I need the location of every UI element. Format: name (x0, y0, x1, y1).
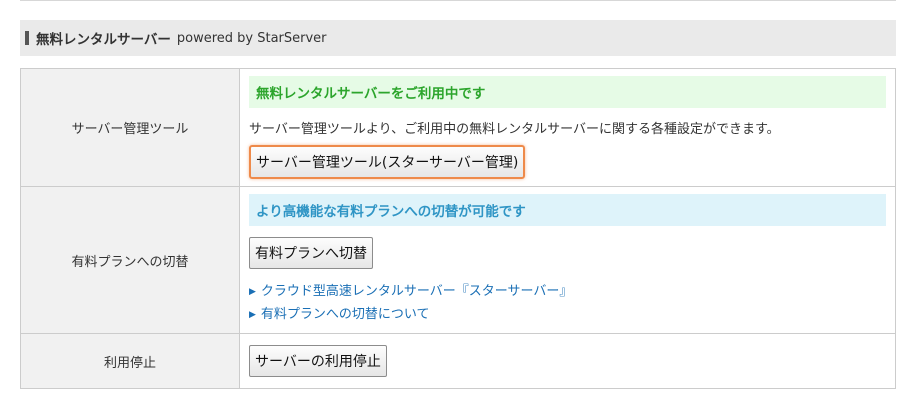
section-header: 無料レンタルサーバー powered by StarServer (20, 20, 896, 56)
row-content-paid-plan: より高機能な有料プランへの切替が可能です 有料プランへ切替 ▶ クラウド型高速レン… (239, 186, 896, 334)
row-content-server-tool: 無料レンタルサーバーをご利用中です サーバー管理ツールより、ご利用中の無料レンタ… (239, 68, 896, 187)
row-label-paid-plan: 有料プランへの切替 (20, 186, 240, 334)
row-label-server-tool: サーバー管理ツール (20, 68, 240, 187)
header-accent-bar (25, 31, 29, 45)
status-banner-active: 無料レンタルサーバーをご利用中です (249, 76, 886, 108)
row-content-suspend: サーバーの利用停止 (239, 333, 896, 389)
switch-to-paid-plan-button[interactable]: 有料プランへ切替 (249, 237, 373, 269)
section-subtitle: powered by StarServer (176, 30, 327, 46)
link-starserver-label[interactable]: クラウド型高速レンタルサーバー『スターサーバー』 (261, 284, 572, 299)
row-suspend: 利用停止 サーバーの利用停止 (20, 333, 896, 389)
settings-table: サーバー管理ツール 無料レンタルサーバーをご利用中です サーバー管理ツールより、… (20, 68, 896, 389)
suspend-server-button[interactable]: サーバーの利用停止 (249, 345, 387, 377)
paid-plan-banner: より高機能な有料プランへの切替が可能です (249, 194, 886, 226)
row-paid-plan: 有料プランへの切替 より高機能な有料プランへの切替が可能です 有料プランへ切替 … (20, 186, 896, 334)
link-paid-plan-switch-info[interactable]: ▶ 有料プランへの切替について (249, 303, 886, 322)
server-tool-button[interactable]: サーバー管理ツール(スターサーバー管理) (249, 145, 526, 179)
link-paid-plan-switch-info-label[interactable]: 有料プランへの切替について (261, 307, 430, 322)
link-starserver[interactable]: ▶ クラウド型高速レンタルサーバー『スターサーバー』 (249, 280, 886, 299)
paid-plan-links: ▶ クラウド型高速レンタルサーバー『スターサーバー』 ▶ 有料プランへの切替について (249, 280, 886, 322)
section-title: 無料レンタルサーバー (36, 32, 171, 48)
row-server-tool: サーバー管理ツール 無料レンタルサーバーをご利用中です サーバー管理ツールより、… (20, 68, 896, 187)
server-tool-description: サーバー管理ツールより、ご利用中の無料レンタルサーバーに関する各種設定ができます… (249, 122, 780, 137)
arrow-right-icon: ▶ (249, 310, 256, 320)
top-divider (20, 0, 896, 1)
arrow-right-icon: ▶ (249, 287, 256, 297)
row-label-suspend: 利用停止 (20, 333, 240, 389)
